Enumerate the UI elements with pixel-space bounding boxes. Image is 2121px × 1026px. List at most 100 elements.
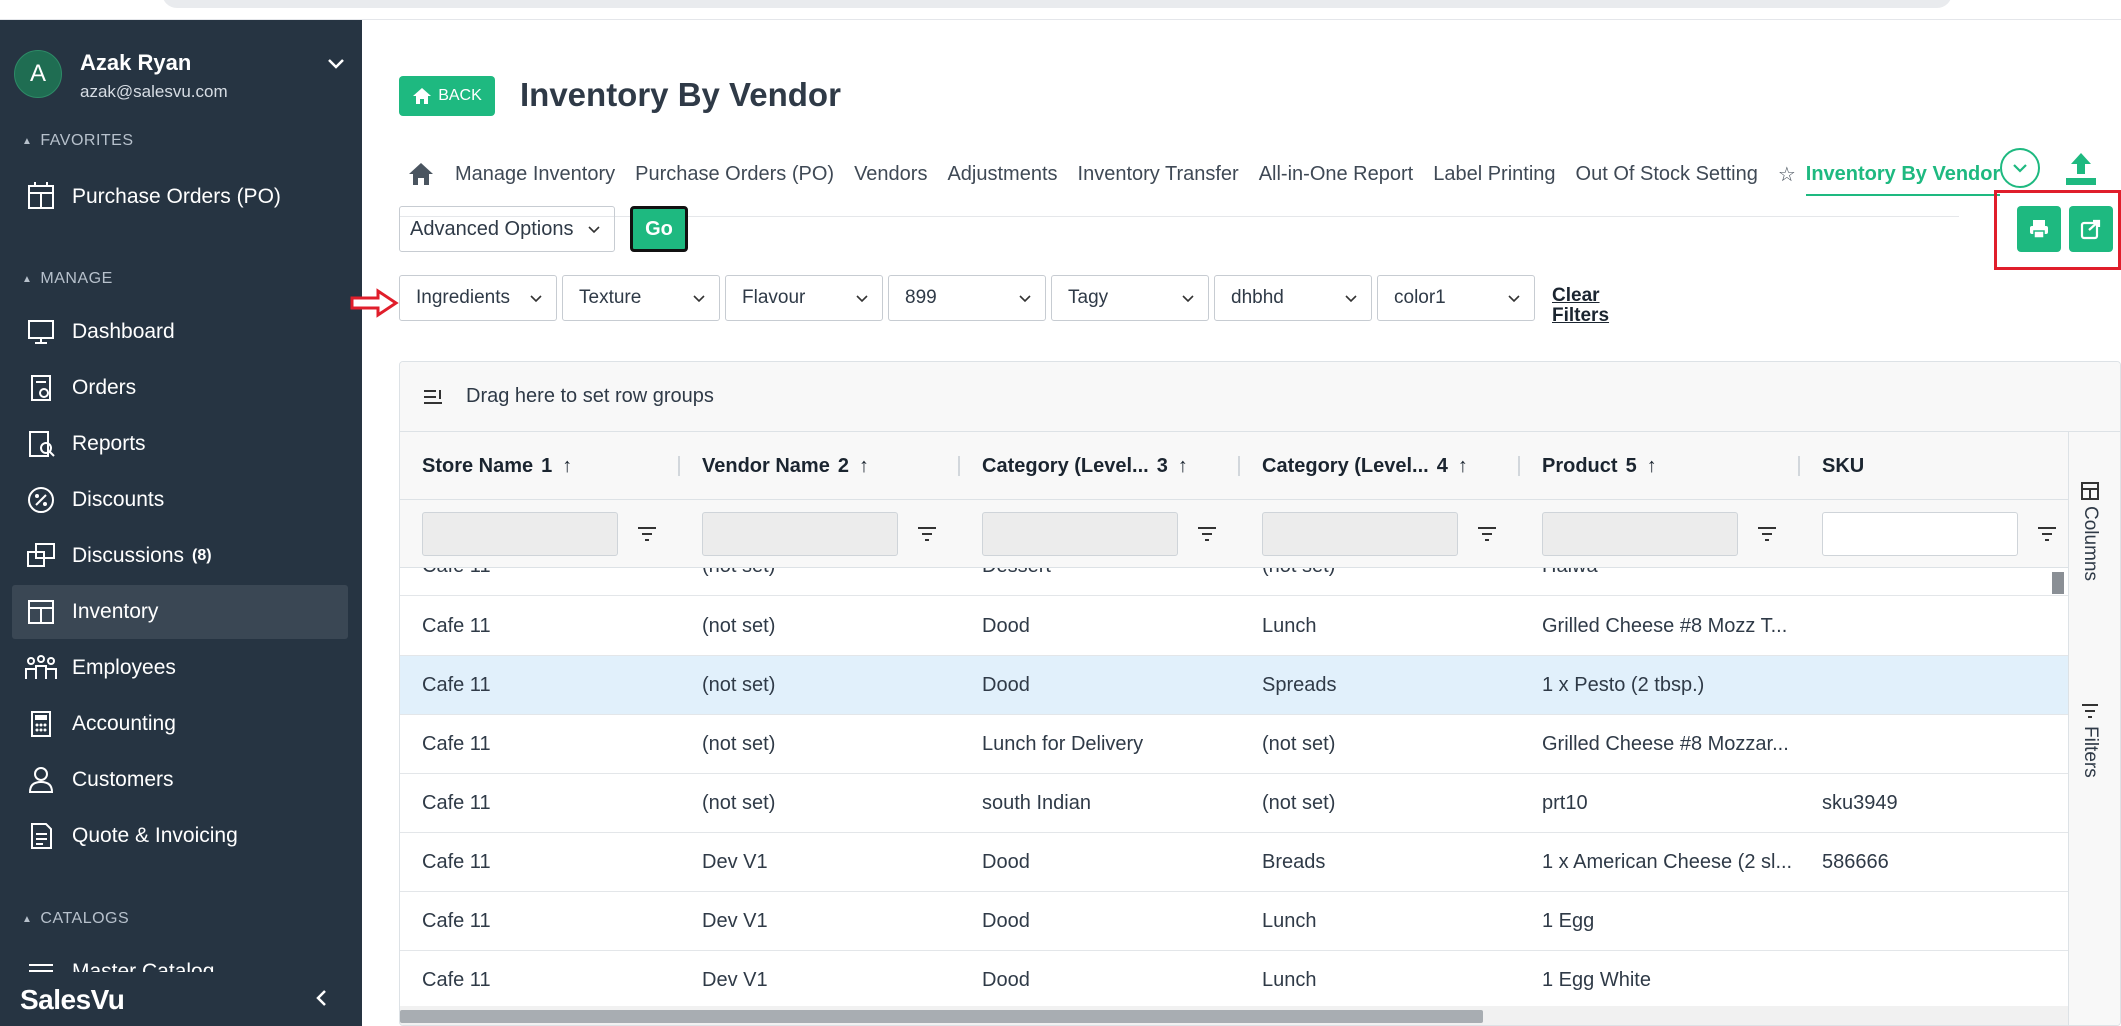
column-header-category-level-2[interactable]: Category (Level... 4 ↑ — [1240, 432, 1468, 500]
grid-side-panel: Columns Filters — [2068, 432, 2120, 1025]
table-row[interactable]: Cafe 11 (not set) Lunch for Delivery (no… — [400, 715, 2068, 774]
filter-texture-select[interactable]: Texture — [562, 275, 720, 321]
row-group-drop-zone[interactable]: Drag here to set row groups — [400, 362, 2120, 432]
sidebar-item-discounts[interactable]: Discounts — [12, 473, 348, 527]
table-row[interactable]: Cafe 11 Dev V1 Dood Lunch 1 Egg — [400, 892, 2068, 951]
sidebar-item-accounting[interactable]: Accounting — [12, 697, 348, 751]
filter-icon[interactable] — [1196, 524, 1218, 544]
filters-tool-tab[interactable]: Filters — [2079, 702, 2101, 778]
filter-color1-select[interactable]: color1 — [1377, 275, 1535, 321]
filter-dhbhd-select[interactable]: dhbhd — [1214, 275, 1372, 321]
table-row[interactable]: Cafe 11 (not set) Dood Spreads 1 x Pesto… — [400, 656, 2068, 715]
sidebar-item-inventory[interactable]: Inventory — [12, 585, 348, 639]
back-button[interactable]: BACK — [399, 76, 495, 116]
filter-icon — [2082, 704, 2098, 718]
tab-all-in-one-report[interactable]: All-in-One Report — [1259, 163, 1414, 186]
catalogs-section-label[interactable]: ▲ CATALOGS — [22, 910, 129, 928]
page-title: Inventory By Vendor — [520, 76, 841, 113]
column-header-store-name[interactable]: Store Name 1 ↑ — [400, 432, 572, 500]
column-header-category-level-1[interactable]: Category (Level... 3 ↑ — [960, 432, 1188, 500]
tab-out-of-stock-setting[interactable]: Out Of Stock Setting — [1576, 163, 1758, 186]
sort-ascending-icon: ↑ — [1646, 454, 1657, 477]
sidebar-item-label: Accounting — [72, 712, 176, 735]
filter-icon[interactable] — [916, 524, 938, 544]
tab-inventory-transfer[interactable]: Inventory Transfer — [1078, 163, 1239, 186]
sidebar-item-reports[interactable]: Reports — [12, 417, 348, 471]
discussions-count-badge: (8) — [192, 547, 212, 564]
tab-inventory-by-vendor[interactable]: Inventory By Vendor — [1805, 163, 2001, 196]
filter-icon[interactable] — [2036, 524, 2058, 544]
filter-icon[interactable] — [1756, 524, 1778, 544]
sidebar-item-customers[interactable]: Customers — [12, 753, 348, 807]
table-row[interactable]: Cafe 11 (not set) Dood Lunch Grilled Che… — [400, 597, 2068, 656]
sidebar-item-employees[interactable]: Employees — [12, 641, 348, 695]
inventory-grid: Drag here to set row groups Store Name 1 ↑… — [399, 361, 2121, 1026]
tab-label-printing[interactable]: Label Printing — [1433, 163, 1555, 186]
orders-icon — [24, 371, 58, 405]
columns-tool-tab[interactable]: Columns — [2079, 482, 2101, 581]
go-button[interactable]: Go — [630, 206, 688, 252]
main-content: BACK Inventory By Vendor Manage Inventor… — [350, 20, 2121, 1026]
sidebar-item-label: Reports — [72, 432, 146, 455]
filter-899-select[interactable]: 899 — [888, 275, 1046, 321]
chevron-down-icon — [530, 295, 542, 303]
user-name: Azak Ryan — [80, 50, 192, 75]
clear-filters-link[interactable]: Clear Filters — [1552, 286, 1632, 326]
home-icon — [413, 88, 432, 104]
column-header-sku[interactable]: SKU — [1800, 432, 1864, 500]
column-header-product[interactable]: Product 5 ↑ — [1520, 432, 1657, 500]
product-filter-input[interactable] — [1542, 512, 1738, 556]
table-row[interactable]: Cafe 11 Dev V1 Dood Lunch 1 Egg White — [400, 951, 2068, 1006]
sidebar-item-dashboard[interactable]: Dashboard — [12, 305, 348, 359]
caret-up-icon: ▲ — [22, 913, 33, 925]
vendor-name-filter-input[interactable] — [702, 512, 898, 556]
sidebar-item-quote-invoicing[interactable]: Quote & Invoicing — [12, 809, 348, 863]
tab-manage-inventory[interactable]: Manage Inventory — [455, 163, 615, 186]
column-header-vendor-name[interactable]: Vendor Name 2 ↑ — [680, 432, 869, 500]
collapse-toggle-button[interactable] — [2000, 148, 2040, 188]
grid-header-row: Store Name 1 ↑ Vendor Name 2 ↑ Category (Lev… — [400, 432, 2068, 500]
filter-icon[interactable] — [1476, 524, 1498, 544]
sidebar: A Azak Ryan azak@salesvu.com ▲ FAVORITES… — [0, 20, 362, 1026]
salesvu-logo: SalesVu — [20, 984, 125, 1015]
filter-flavour-select[interactable]: Flavour — [725, 275, 883, 321]
vertical-scrollbar[interactable] — [2052, 572, 2064, 594]
upload-icon[interactable] — [2062, 150, 2100, 188]
table-row[interactable]: Cafe 11 (not set) Dessert (not set) Halw… — [400, 568, 2068, 596]
chevron-down-icon[interactable] — [324, 52, 348, 76]
user-profile[interactable]: A Azak Ryan azak@salesvu.com — [14, 36, 348, 101]
chevron-down-icon — [1508, 295, 1520, 303]
star-icon[interactable]: ☆ — [1778, 162, 1796, 187]
manage-section-label[interactable]: ▲ MANAGE — [22, 270, 113, 288]
advanced-options-select[interactable]: Advanced Options — [399, 206, 615, 252]
store-name-filter-input[interactable] — [422, 512, 618, 556]
sku-filter-input[interactable] — [1822, 512, 2018, 556]
row-group-icon — [424, 389, 442, 404]
chevron-left-icon[interactable] — [310, 986, 334, 1010]
category-level-2-filter-input[interactable] — [1262, 512, 1458, 556]
tab-vendors[interactable]: Vendors — [854, 163, 927, 186]
sidebar-item-label: Quote & Invoicing — [72, 824, 238, 847]
tab-purchase-orders[interactable]: Purchase Orders (PO) — [635, 163, 834, 186]
favorites-section-label[interactable]: ▲ FAVORITES — [22, 132, 134, 150]
chevron-down-icon — [1019, 295, 1031, 303]
tab-adjustments[interactable]: Adjustments — [947, 163, 1057, 186]
home-icon[interactable] — [407, 160, 435, 188]
browser-address-bar[interactable] — [162, 0, 1952, 8]
sidebar-item-orders[interactable]: Orders — [12, 361, 348, 415]
filter-icon[interactable] — [636, 524, 658, 544]
filter-ingredients-select[interactable]: Ingredients — [399, 275, 557, 321]
table-row[interactable]: Cafe 11 Dev V1 Dood Breads 1 x American … — [400, 833, 2068, 892]
category-level-1-filter-input[interactable] — [982, 512, 1178, 556]
export-button[interactable] — [2069, 206, 2113, 252]
table-row[interactable]: Cafe 11 (not set) south Indian (not set)… — [400, 774, 2068, 833]
print-button[interactable] — [2017, 206, 2061, 252]
filter-tagy-select[interactable]: Tagy — [1051, 275, 1209, 321]
sidebar-item-discussions[interactable]: Discussions (8) — [12, 529, 348, 583]
sidebar-item-label: Customers — [72, 768, 174, 791]
chevron-down-icon — [588, 226, 600, 234]
grid-filter-row — [400, 500, 2068, 568]
horizontal-scrollbar-thumb[interactable] — [400, 1010, 1483, 1023]
sidebar-item-label: Orders — [72, 376, 137, 399]
sidebar-item-purchase-orders[interactable]: Purchase Orders (PO) — [12, 170, 348, 224]
